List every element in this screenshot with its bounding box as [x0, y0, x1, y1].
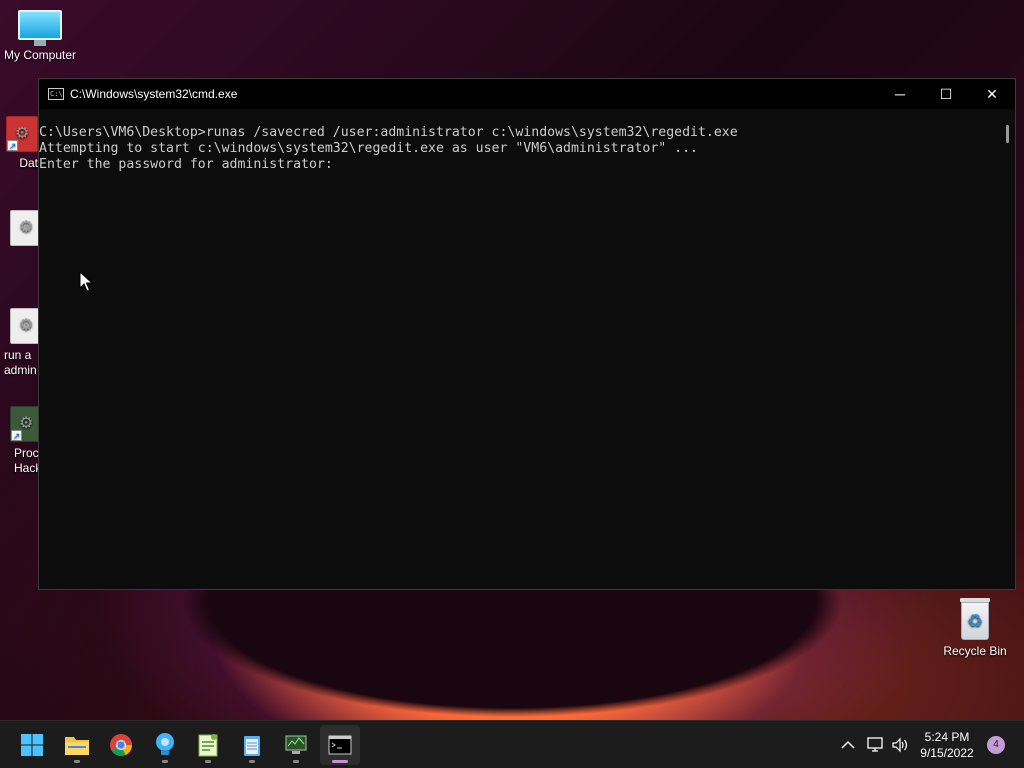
maximize-button[interactable]: ☐	[923, 79, 969, 109]
network-icon	[867, 737, 883, 752]
recycle-bin-icon: ♻	[958, 598, 992, 640]
clock-time: 5:24 PM	[924, 730, 970, 744]
process-hacker-icon	[285, 735, 307, 754]
taskbar-process-hacker[interactable]	[276, 725, 316, 765]
console-line: C:\Users\VM6\Desktop>runas /savecred /us…	[39, 125, 738, 140]
vertical-scrollbar[interactable]	[999, 109, 1015, 589]
notepad-icon	[244, 736, 260, 756]
monitor-icon	[18, 10, 62, 46]
windows-start-icon	[21, 734, 43, 756]
chevron-up-icon	[841, 740, 855, 749]
minimize-button[interactable]: ─	[877, 79, 923, 109]
console-line: Attempting to start c:\windows\system32\…	[39, 141, 698, 156]
show-hidden-icons-button[interactable]	[838, 721, 858, 768]
running-indicator	[332, 760, 348, 763]
cmd-icon: C:\	[48, 88, 64, 100]
notification-badge[interactable]: 4	[987, 736, 1005, 754]
app-icon: ↗	[6, 116, 38, 152]
taskbar-chrome[interactable]	[101, 725, 141, 765]
clock-date: 9/15/2022	[920, 746, 974, 760]
taskbar-notepad-plus[interactable]	[188, 725, 228, 765]
running-indicator	[205, 760, 211, 763]
running-indicator	[74, 760, 80, 763]
running-indicator	[162, 760, 168, 763]
mouse-pointer-icon	[79, 271, 93, 292]
desktop-icon-label: Recycle Bin	[943, 644, 1007, 658]
taskbar-file-explorer[interactable]	[57, 725, 97, 765]
running-indicator	[293, 760, 299, 763]
close-button[interactable]: ✕	[969, 79, 1015, 109]
console-output[interactable]: C:\Users\VM6\Desktop>runas /savecred /us…	[39, 125, 999, 589]
folder-icon	[65, 737, 89, 755]
desktop-icon-recycle-bin[interactable]: ♻ Recycle Bin	[935, 592, 1015, 659]
shortcut-arrow-icon: ↗	[11, 430, 22, 441]
taskbar: 5:24 PM 9/15/2022 4	[0, 720, 1024, 768]
running-indicator	[249, 760, 255, 763]
start-button[interactable]	[12, 725, 52, 765]
chrome-icon	[110, 734, 132, 756]
terminal-icon	[328, 735, 352, 755]
desktop-icon-label: My Computer	[3, 48, 77, 62]
shortcut-arrow-icon: ↗	[7, 140, 18, 151]
network-button[interactable]	[864, 721, 886, 768]
window-title: C:\Windows\system32\cmd.exe	[70, 87, 238, 101]
speaker-icon	[892, 737, 908, 753]
notepad-plus-icon	[198, 734, 218, 757]
lightbulb-icon	[156, 733, 174, 755]
scroll-thumb[interactable]	[1006, 125, 1009, 143]
console-line: Enter the password for administrator:	[39, 157, 333, 172]
cmd-window[interactable]: C:\ C:\Windows\system32\cmd.exe ─ ☐ ✕ C:…	[38, 78, 1016, 590]
title-bar[interactable]: C:\ C:\Windows\system32\cmd.exe ─ ☐ ✕	[39, 79, 1015, 109]
desktop-icon-my-computer[interactable]: My Computer	[0, 0, 80, 63]
clock[interactable]: 5:24 PM 9/15/2022	[917, 729, 977, 761]
taskbar-notepad[interactable]	[232, 725, 272, 765]
taskbar-tips[interactable]	[145, 725, 185, 765]
volume-button[interactable]	[889, 721, 911, 768]
taskbar-terminal[interactable]	[320, 725, 360, 765]
